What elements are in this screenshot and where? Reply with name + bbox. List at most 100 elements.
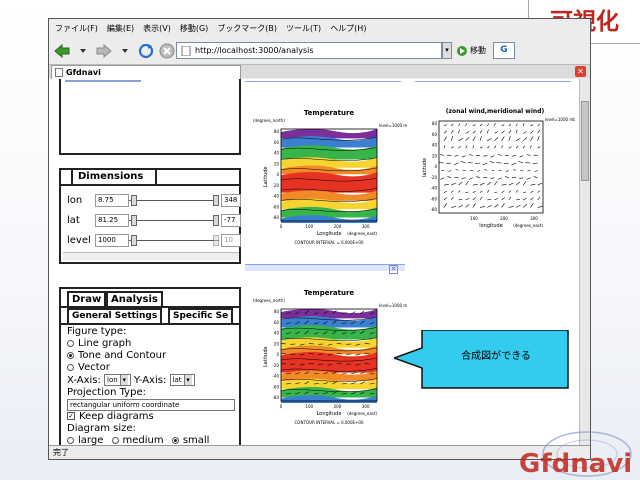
truncated-link[interactable]	[65, 79, 145, 85]
scrollbar-thumb[interactable]	[581, 101, 589, 181]
x-axis-label: X-Axis:	[67, 375, 101, 386]
go-arrow-icon	[457, 45, 467, 56]
x-tick-label: 200	[500, 216, 508, 221]
search-engine-box[interactable]: G	[493, 42, 515, 59]
status-text: 完了	[53, 448, 69, 457]
close-tab-icon[interactable]: ✕	[575, 66, 586, 77]
menu-edit[interactable]: 編集(E)	[107, 23, 134, 34]
tab-specific-settings[interactable]: Specific Se	[168, 308, 234, 323]
y-axis-select[interactable]: lat ▾	[169, 374, 195, 386]
x-tick-label: 100	[470, 216, 478, 221]
x-tick-label: 100	[305, 224, 313, 229]
slider-min-handle[interactable]	[131, 235, 137, 246]
page-icon	[181, 45, 191, 56]
dim-slider[interactable]	[129, 194, 219, 206]
radio-selected-icon[interactable]	[171, 436, 179, 444]
dimensions-scrollbar[interactable]	[63, 252, 239, 260]
figure-type-line[interactable]: Line graph	[67, 338, 131, 349]
go-label: 移動	[470, 46, 486, 55]
keep-diagrams-checkbox[interactable]: ✓ Keep diagrams	[67, 411, 154, 422]
forward-history-button[interactable]	[116, 42, 134, 60]
x-tick-label: 0	[280, 404, 283, 409]
url-history-dropdown[interactable]: ▾	[442, 42, 452, 59]
plot-title: Temperature	[304, 109, 355, 117]
reload-button[interactable]	[137, 42, 155, 60]
back-history-button[interactable]	[74, 42, 92, 60]
menu-bookmarks[interactable]: ブックマーク(B)	[217, 23, 277, 34]
forward-button[interactable]	[95, 42, 113, 60]
plot-level: level=1000 mb	[379, 123, 407, 128]
radio-icon[interactable]	[67, 339, 74, 347]
tab-bar: Gfdnavi ✕	[49, 64, 590, 79]
page-icon	[55, 68, 63, 77]
menu-go[interactable]: 移動(G)	[180, 23, 208, 34]
stop-button[interactable]	[158, 42, 176, 60]
menu-bar: ファイル(F) 編集(E) 表示(V) 移動(G) ブックマーク(B) ツール(…	[49, 19, 590, 38]
option-label: Vector	[78, 362, 110, 373]
dim-max-input[interactable]: -77	[221, 213, 241, 227]
slider-max-handle[interactable]	[213, 195, 219, 206]
tab-draw[interactable]: Draw	[67, 291, 107, 306]
dim-max-input[interactable]: 10	[221, 233, 241, 247]
dim-row-lon: lon 8.75 348	[67, 192, 243, 208]
menu-view[interactable]: 表示(V)	[143, 23, 171, 34]
temperature-plot-1: Temperature (degrees_north) level=1000 mb 8…	[253, 109, 407, 245]
y-tick-label: -80	[272, 395, 279, 400]
radio-icon[interactable]	[67, 436, 74, 444]
dim-min-input[interactable]: 1000	[95, 233, 129, 247]
tab-analysis[interactable]: Analysis	[106, 291, 163, 306]
y-tick-label: 40	[274, 151, 280, 156]
radio-icon[interactable]	[111, 436, 119, 444]
contour-interval: CONTOUR INTERVAL = 6.000E+00	[295, 420, 364, 425]
dim-min-input[interactable]: 81.25	[95, 213, 129, 227]
y-tick-label: 60	[432, 132, 438, 137]
dim-slider[interactable]	[129, 214, 219, 226]
y-tick-label: 0	[276, 352, 279, 357]
tab-gfdnavi[interactable]: Gfdnavi	[51, 65, 241, 79]
figure-type-label: Figure type:	[67, 326, 127, 337]
go-button[interactable]: 移動	[457, 42, 486, 59]
menu-tools[interactable]: ツール(T)	[286, 23, 321, 34]
close-diagram-icon[interactable]: ✕	[389, 265, 398, 274]
dim-min-input[interactable]: 8.75	[95, 193, 129, 207]
url-bar[interactable]: http://localhost:3000/analysis	[176, 42, 442, 59]
axis-row: X-Axis: lon ▾ Y-Axis: lat ▾	[67, 374, 195, 386]
dim-row-lat: lat 81.25 -77	[67, 212, 243, 228]
wind-vector-plot: (zonal wind,meridional wind)level=1000 m…	[422, 108, 575, 229]
tab-general-settings[interactable]: General Settings	[67, 308, 163, 323]
radio-selected-icon[interactable]	[67, 351, 74, 359]
slider-min-handle[interactable]	[131, 195, 137, 206]
y-tick-label: 80	[274, 129, 280, 134]
status-bar: 完了	[49, 445, 590, 459]
dim-slider[interactable]	[129, 234, 219, 246]
projection-label: Projection Type:	[67, 387, 146, 398]
stop-icon	[159, 43, 175, 59]
url-text: http://localhost:3000/analysis	[195, 46, 314, 55]
y-tick-label: 80	[432, 121, 438, 126]
page-vertical-scrollbar[interactable]	[579, 79, 590, 445]
slider-min-handle[interactable]	[131, 215, 137, 226]
x-tick-label: 300	[530, 216, 538, 221]
y-tick-label: -80	[272, 215, 279, 220]
y-tick-label: 0	[276, 172, 279, 177]
checkbox-checked-icon[interactable]: ✓	[67, 412, 75, 420]
plot-title: Temperature	[304, 289, 355, 297]
projection-select[interactable]: rectangular uniform coordinate	[67, 399, 235, 411]
dim-row-level: level 1000 10	[67, 232, 243, 248]
y-tick-label: -40	[272, 194, 279, 199]
y-tick-label: -40	[430, 186, 437, 191]
menu-help[interactable]: ヘルプ(H)	[330, 23, 366, 34]
slider-max-handle[interactable]	[213, 235, 219, 246]
dim-max-input[interactable]: 348	[221, 193, 241, 207]
diagram-divider	[245, 264, 405, 271]
back-button[interactable]	[53, 42, 71, 60]
slider-max-handle[interactable]	[213, 215, 219, 226]
x-tick-label: 0	[280, 224, 283, 229]
x-axis-select[interactable]: lon ▾	[104, 374, 131, 386]
figure-type-vector[interactable]: Vector	[67, 362, 110, 373]
dimensions-panel: Dimensions lon 8.75 348 lat 81.25 -77 le…	[59, 168, 241, 264]
radio-icon[interactable]	[67, 363, 74, 371]
menu-file[interactable]: ファイル(F)	[55, 23, 98, 34]
figure-type-tone-contour[interactable]: Tone and Contour	[67, 350, 166, 361]
plot-level: level=1000 mb	[545, 117, 575, 122]
